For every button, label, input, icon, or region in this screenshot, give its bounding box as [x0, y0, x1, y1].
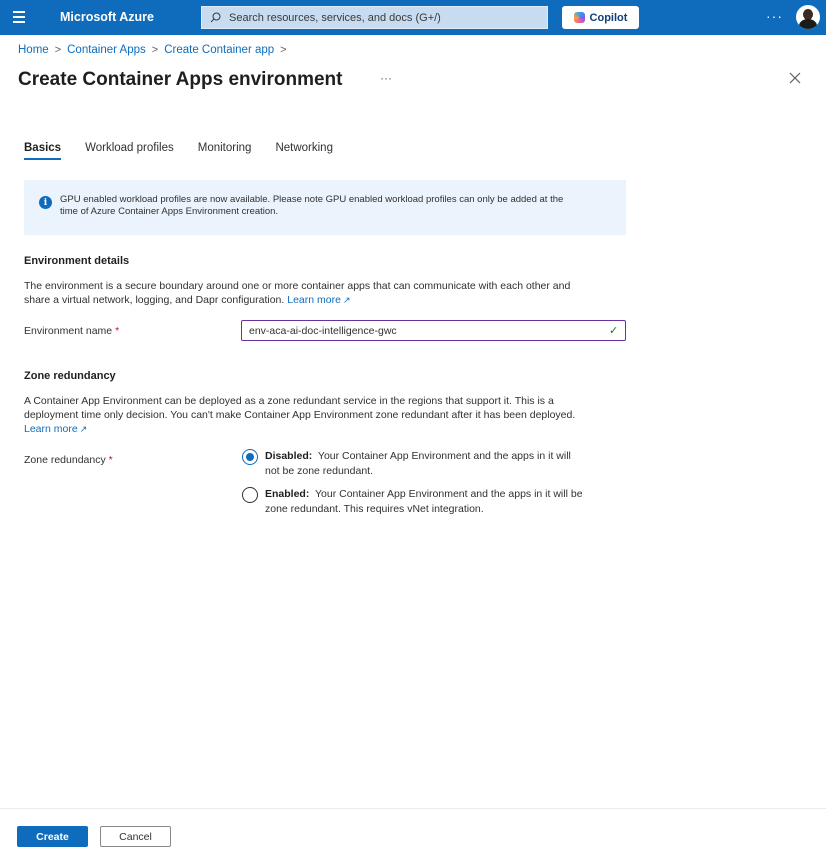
zone-redundancy-label: Zone redundancy * [24, 454, 113, 466]
footer-divider [0, 808, 826, 809]
hamburger-menu-icon[interactable] [13, 11, 25, 23]
create-button[interactable]: Create [17, 826, 88, 847]
zone-redundancy-heading: Zone redundancy [24, 370, 116, 382]
info-banner-text: GPU enabled workload profiles are now av… [60, 194, 564, 217]
copilot-label: Copilot [589, 11, 628, 24]
breadcrumb-create-container-app[interactable]: Create Container app [164, 44, 274, 56]
info-banner: i GPU enabled workload profiles are now … [24, 180, 626, 235]
zone-disabled-radio-option[interactable]: Disabled: Your Container App Environment… [242, 449, 571, 479]
cancel-button[interactable]: Cancel [100, 826, 171, 847]
zone-disabled-text: Disabled: Your Container App Environment… [265, 450, 571, 477]
tab-basics[interactable]: Basics [24, 142, 62, 160]
environment-details-heading: Environment details [24, 255, 130, 267]
breadcrumb-container-apps[interactable]: Container Apps [67, 44, 146, 56]
more-actions-icon[interactable]: ··· [766, 8, 783, 24]
chevron-right-icon: > [151, 44, 159, 56]
top-bar: Microsoft Azure Search resources, servic… [0, 0, 826, 35]
environment-description: The environment is a secure boundary aro… [24, 280, 571, 306]
portal-brand[interactable]: Microsoft Azure [60, 10, 154, 24]
copilot-icon [573, 12, 585, 23]
page-title: Create Container Apps environment [18, 69, 343, 90]
breadcrumb: Home > Container Apps > Create Container… [18, 44, 293, 56]
tab-workload-profiles[interactable]: Workload profiles [85, 142, 174, 160]
zone-redundancy-description: A Container App Environment can be deplo… [24, 395, 576, 435]
environment-name-field[interactable] [241, 320, 626, 341]
chevron-right-icon: > [54, 44, 62, 56]
external-link-icon: ↗ [342, 295, 351, 305]
external-link-icon: ↗ [79, 424, 88, 434]
zone-learn-more-link[interactable]: Learn more ↗ [24, 423, 87, 435]
tab-bar: Basics Workload profiles Monitoring Netw… [24, 142, 357, 160]
learn-more-link[interactable]: Learn more ↗ [287, 294, 350, 306]
zone-enabled-radio[interactable] [242, 487, 258, 503]
close-icon[interactable] [788, 71, 802, 85]
info-icon: i [39, 196, 52, 209]
breadcrumb-home[interactable]: Home [18, 44, 49, 56]
title-more-icon[interactable]: ··· [380, 71, 392, 85]
tab-networking[interactable]: Networking [275, 142, 333, 160]
chevron-right-icon: > [280, 44, 287, 56]
zone-enabled-text: Enabled: Your Container App Environment … [265, 488, 583, 515]
search-icon [210, 12, 221, 23]
search-placeholder: Search resources, services, and docs (G+… [229, 11, 441, 24]
zone-enabled-radio-option[interactable]: Enabled: Your Container App Environment … [242, 487, 583, 517]
avatar[interactable] [796, 5, 820, 29]
tab-monitoring[interactable]: Monitoring [198, 142, 252, 160]
zone-disabled-radio[interactable] [242, 449, 258, 465]
global-search-input[interactable]: Search resources, services, and docs (G+… [201, 6, 548, 29]
environment-name-label: Environment name * [24, 325, 120, 337]
copilot-button[interactable]: Copilot [562, 6, 639, 29]
checkmark-icon: ✓ [609, 325, 619, 337]
